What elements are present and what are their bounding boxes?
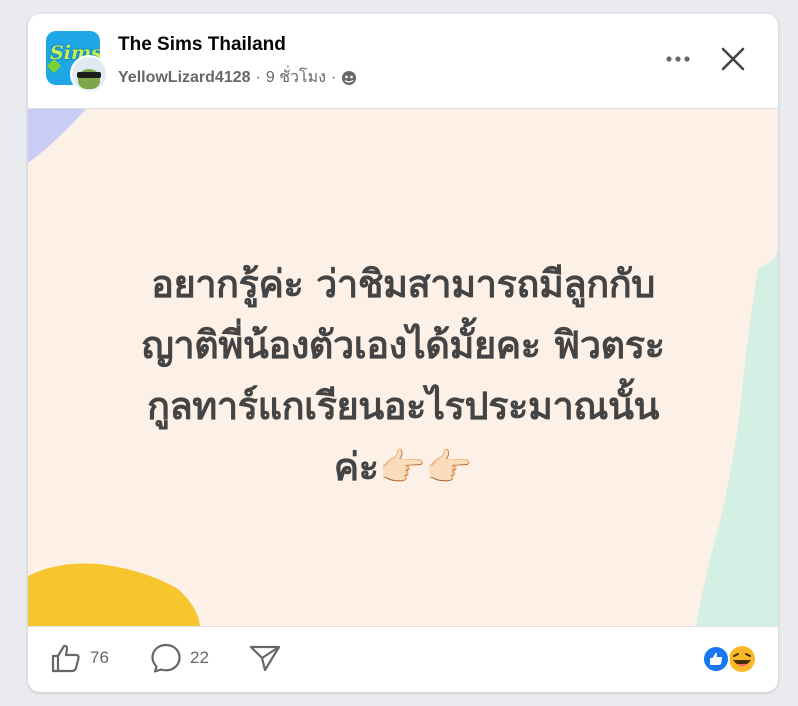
action-bar: 76 22 [28, 627, 778, 692]
close-button[interactable] [712, 42, 754, 76]
like-button[interactable]: 76 [50, 641, 109, 675]
like-count: 76 [90, 648, 109, 667]
share-button[interactable] [248, 641, 282, 675]
post-text: อยากรู้ค่ะ ว่าชิมสามารถมีลูกกับ ญาติพี่น… [58, 254, 748, 498]
more-options-icon [666, 56, 690, 62]
thumbs-up-icon [51, 644, 80, 673]
post-text-line: ค่ะ👉🏻👉🏻 [333, 445, 473, 489]
reaction-icons [702, 645, 755, 673]
post-card: Sims The Sims Thailand YellowLizard4128 … [28, 14, 778, 692]
author-name[interactable]: YellowLizard4128 [118, 69, 251, 87]
author-avatar[interactable] [70, 55, 108, 93]
share-icon [249, 645, 281, 672]
post-text-line: กูลทาร์แกเรียนอะไรประมาณนั้น [146, 384, 660, 428]
comment-count: 22 [190, 648, 209, 667]
like-reaction-icon [702, 645, 730, 673]
community-icon[interactable] [341, 70, 357, 86]
post-meta: YellowLizard4128 · 9 ชั่วโมง · [118, 65, 357, 90]
comment-icon [151, 643, 181, 673]
post-text-line: ญาติพี่น้องตัวเองได้มั้ยคะ ฟิวตระ [141, 323, 665, 367]
close-icon [721, 47, 745, 71]
reaction-summary[interactable] [702, 644, 762, 674]
meta-separator: · [330, 68, 337, 86]
post-background: อยากรู้ค่ะ ว่าชิมสามารถมีลูกกับ ญาติพี่น… [28, 109, 778, 626]
haha-reaction-icon [729, 646, 755, 672]
meta-separator: · [255, 68, 261, 86]
group-name[interactable]: The Sims Thailand [118, 34, 286, 56]
post-text-line: อยากรู้ค่ะ ว่าชิมสามารถมีลูกกับ [151, 262, 655, 306]
post-header: Sims The Sims Thailand YellowLizard4128 … [28, 14, 778, 108]
post-time[interactable]: 9 ชั่วโมง [266, 65, 326, 90]
sunglasses-icon [77, 72, 101, 78]
more-options-button[interactable] [656, 42, 700, 76]
comment-button[interactable]: 22 [150, 641, 209, 675]
